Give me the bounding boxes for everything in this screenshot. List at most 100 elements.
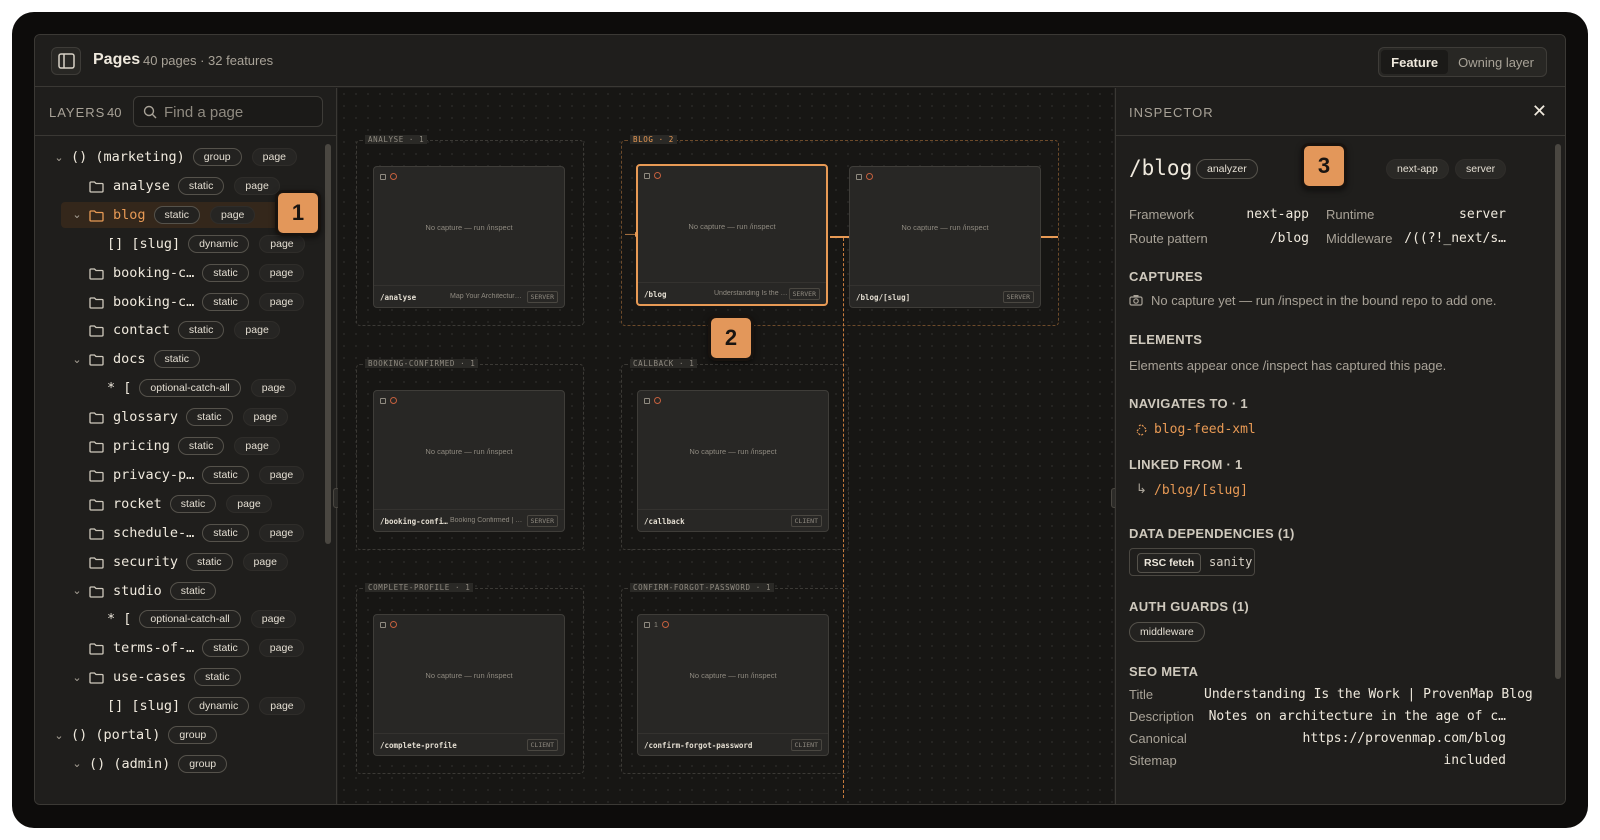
auth-heading: AUTH GUARDS (1) (1129, 599, 1250, 614)
chevron-down-icon[interactable]: ⌄ (71, 671, 83, 684)
close-icon[interactable]: ✕ (1532, 101, 1547, 122)
layer-badge-page: page (234, 437, 280, 455)
page-card[interactable]: 1 No capture — run /inspect/confirm-forgo… (637, 614, 829, 756)
group-label: CALLBACK · 1 (630, 359, 698, 368)
layer-row[interactable]: ⌄ docs static (35, 346, 210, 372)
layer-badge-group: group (168, 726, 218, 744)
layer-row[interactable]: privacy-p… static page (35, 462, 314, 488)
framework-value: next-app (1246, 207, 1309, 222)
layer-row[interactable]: [] [slug] dynamic page (35, 693, 315, 719)
layer-row[interactable]: ⌄ blog static page (61, 201, 311, 228)
navigates-heading: NAVIGATES TO · 1 (1129, 396, 1248, 411)
layer-name: terms-of-… (113, 640, 195, 657)
inspector-panel: INSPECTOR ✕ /blog analyzer next-app serv… (1115, 88, 1565, 804)
layer-row[interactable]: ⌄ () (marketing) group page (35, 144, 307, 170)
layer-badge-static: static (169, 581, 217, 600)
page-card[interactable]: No capture — run /inspect/blog Understand… (636, 164, 828, 306)
framework-label: Framework (1129, 207, 1195, 222)
layer-row[interactable]: analyse static page (35, 173, 290, 199)
layer-row[interactable]: ⌄ () (portal) group (35, 722, 227, 748)
layer-row[interactable]: schedule-… static page (35, 520, 314, 546)
chevron-down-icon[interactable]: ⌄ (71, 584, 83, 597)
layer-tree: ⌄() (marketing) group page analyse static pag… (35, 136, 325, 804)
group-label: BLOG · 2 (630, 135, 677, 144)
captures-text: No capture yet — run /inspect in the bou… (1151, 293, 1497, 308)
layer-row[interactable]: booking-c… static page (35, 289, 314, 315)
chevron-down-icon[interactable]: ⌄ (53, 729, 65, 742)
folder-icon (89, 556, 105, 569)
page-card[interactable]: No capture — run /inspect/complete-profi… (373, 614, 565, 756)
card-path: /booking-confi… (380, 517, 448, 526)
card-footer: /blog Understanding Is the … SERVER (638, 282, 826, 304)
layer-row[interactable]: pricing static page (35, 433, 290, 459)
layer-row[interactable]: security static page (35, 549, 298, 575)
capture-placeholder: No capture — run /inspect (901, 223, 989, 232)
card-runtime-badge: CLIENT (790, 515, 822, 527)
runtime-label: Runtime (1326, 207, 1375, 222)
page-card[interactable]: No capture — run /inspect/blog/[slug] SER… (849, 166, 1041, 308)
layer-row[interactable]: [] [slug] dynamic page (35, 231, 315, 257)
source-badge: analyzer (1196, 159, 1258, 179)
folder-icon (89, 353, 105, 366)
sidebar-toggle-button[interactable] (51, 47, 81, 75)
inspector-scrollbar[interactable] (1555, 144, 1561, 679)
layer-row[interactable]: glossary static page (35, 404, 298, 430)
auth-guard-badge: middleware (1129, 622, 1205, 642)
layer-badge-static: static (186, 552, 233, 571)
layer-row[interactable]: ⌄ studio static (35, 578, 226, 604)
group-label: COMPLETE-PROFILE · 1 (365, 583, 474, 592)
layer-row[interactable]: * [optional-catch-all page (35, 375, 306, 401)
layer-row[interactable]: contact static page (35, 317, 290, 343)
sidebar-icon (58, 53, 75, 69)
page-card[interactable]: No capture — run /inspect/callback CLIENT (637, 390, 829, 532)
layer-row[interactable]: terms-of-… static page (35, 635, 314, 661)
inspector-header: INSPECTOR ✕ (1116, 88, 1565, 136)
layer-row[interactable]: booking-c… static page (35, 260, 314, 286)
navigates-link[interactable]: blog-feed-xml (1154, 422, 1256, 437)
layer-badge-static: static (194, 668, 241, 687)
page-card[interactable]: No capture — run /inspect/booking-confi…… (373, 390, 565, 532)
folder-icon (89, 642, 105, 655)
elements-heading: ELEMENTS (1129, 332, 1203, 347)
layer-name: rocket (113, 495, 162, 512)
layer-row[interactable]: ⌄ () (admin) group (35, 751, 237, 777)
layer-name: booking-c… (113, 293, 195, 310)
dependency-kind: RSC fetch (1137, 553, 1202, 573)
card-footer: /callback CLIENT (638, 509, 828, 531)
layer-badge-static: static (202, 263, 249, 282)
folder-icon (89, 469, 105, 482)
layer-name: [] [slug] (107, 698, 181, 715)
chevron-down-icon[interactable]: ⌄ (53, 151, 65, 164)
tag-next-app: next-app (1386, 159, 1449, 179)
group-label: ANALYSE · 1 (365, 135, 428, 144)
dependency-source: sanity (1209, 555, 1253, 569)
linked-link[interactable]: /blog/[slug] (1154, 483, 1248, 498)
layer-badge-optional-catch-all: optional-catch-all (139, 379, 241, 398)
layers-count: 40 (107, 105, 122, 120)
layer-badge-page: page (258, 639, 305, 658)
capture-placeholder: No capture — run /inspect (425, 671, 513, 680)
view-option-owning-layer[interactable]: Owning layer (1448, 50, 1544, 74)
card-status-icons (380, 172, 397, 181)
chevron-down-icon[interactable]: ⌄ (71, 353, 83, 366)
chevron-down-icon[interactable]: ⌄ (71, 208, 83, 221)
view-option-feature[interactable]: Feature (1381, 50, 1449, 74)
layer-name: security (113, 553, 179, 570)
folder-icon (89, 209, 105, 222)
layer-badge-dynamic: dynamic (188, 234, 250, 253)
layer-row[interactable]: ⌄ use-cases static (35, 664, 251, 690)
search-input[interactable]: Find a page (133, 96, 323, 127)
layer-badge-page: page (259, 697, 305, 716)
layers-scrollbar[interactable] (325, 144, 331, 544)
layer-row[interactable]: rocket static page (35, 491, 282, 517)
chevron-down-icon[interactable]: ⌄ (71, 757, 83, 770)
seo-value: Notes on architecture in the age of c… (1208, 709, 1506, 724)
page-canvas[interactable]: ANALYSE · 1 BLOG · 2 BOOKING-CONFIRMED · 1… (338, 88, 1114, 804)
lock-icon (380, 621, 386, 628)
layer-badge-static: static (177, 321, 225, 340)
card-footer: /confirm-forgot-password CLIENT (638, 733, 828, 755)
page-card[interactable]: No capture — run /inspect/analyse Map You… (373, 166, 565, 308)
deps-heading: DATA DEPENDENCIES (1) (1129, 526, 1295, 541)
layer-row[interactable]: * [optional-catch-all page (35, 606, 306, 632)
layer-badge-static: static (177, 176, 225, 195)
